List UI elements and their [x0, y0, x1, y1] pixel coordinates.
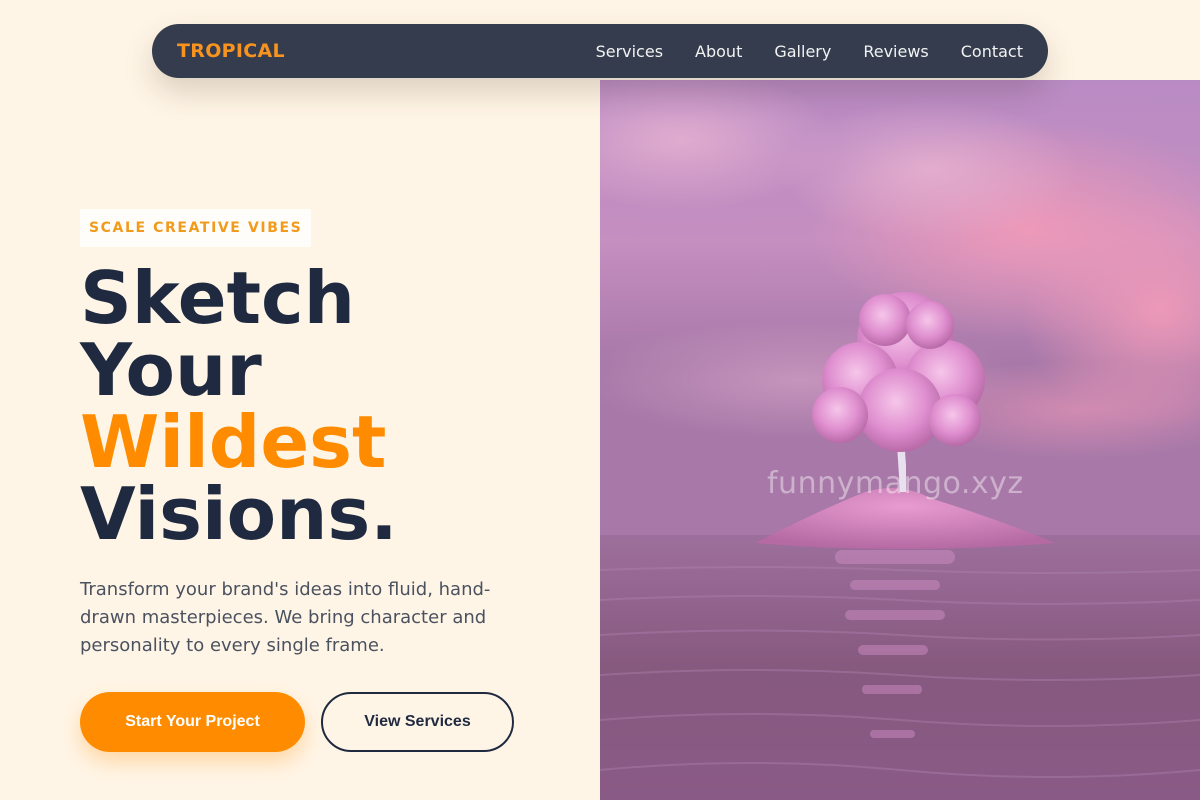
- headline-line-1: Sketch: [80, 256, 355, 340]
- headline-line-2: Your: [80, 328, 262, 412]
- nav-link-contact[interactable]: Contact: [961, 42, 1023, 61]
- nav-link-about[interactable]: About: [695, 42, 742, 61]
- brand-logo[interactable]: TROPICAL: [177, 40, 285, 62]
- top-navbar: TROPICAL Services About Gallery Reviews …: [152, 24, 1048, 78]
- pink-tree-island-illustration: [600, 80, 1200, 800]
- image-watermark: funnymango.xyz: [767, 466, 1024, 501]
- nav-link-services[interactable]: Services: [596, 42, 663, 61]
- view-services-button[interactable]: View Services: [321, 692, 514, 752]
- hero-image: funnymango.xyz: [600, 80, 1200, 800]
- hero-description: Transform your brand's ideas into fluid,…: [80, 579, 491, 656]
- nav-link-gallery[interactable]: Gallery: [774, 42, 831, 61]
- start-project-button[interactable]: Start Your Project: [80, 692, 305, 752]
- hero-headline: Sketch Your Wildest Visions.: [80, 262, 398, 550]
- hero-tagline: SCALE CREATIVE VIBES: [80, 209, 312, 247]
- nav-link-reviews[interactable]: Reviews: [863, 42, 928, 61]
- nav-links: Services About Gallery Reviews Contact: [596, 42, 1023, 61]
- headline-line-4: Visions.: [80, 472, 398, 556]
- headline-accent-word: Wildest: [80, 400, 387, 484]
